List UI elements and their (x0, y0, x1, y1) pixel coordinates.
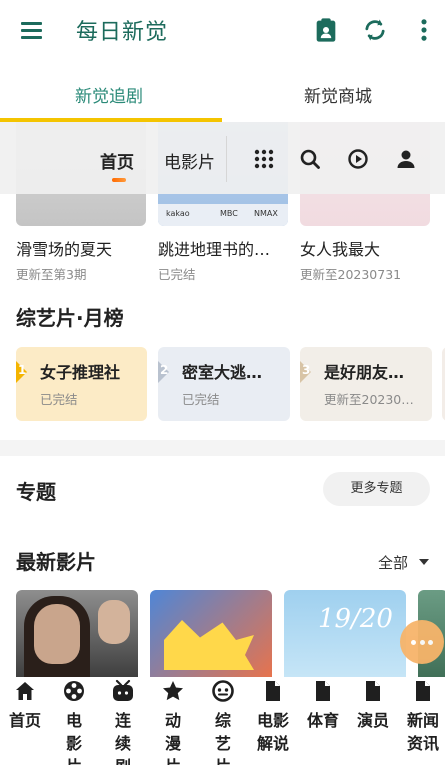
more-vert-icon[interactable] (410, 16, 438, 44)
item-title-1[interactable]: 滑雪场的夏天 (16, 236, 112, 260)
latest-title: 最新影片 (16, 550, 96, 574)
bottom-nav-news[interactable]: 新闻资讯 (398, 677, 445, 765)
more-fab-button[interactable] (400, 620, 444, 664)
item-title-3[interactable]: 女人我最大 (300, 236, 380, 260)
nav-home[interactable]: 首页 (100, 148, 134, 173)
content-area[interactable]: kakao MBC NMAX 首页 电影片 滑雪场的夏天 更新至第3期 跳进地理… (0, 122, 445, 677)
bottom-nav-actors[interactable]: 演员 (348, 677, 398, 765)
top-tabs: 新觉追剧 新觉商城 (0, 60, 445, 122)
app-bar: 每日新觉 (0, 0, 445, 60)
item-title-2[interactable]: 跳进地理书的… (158, 236, 270, 260)
bottom-nav-series[interactable]: 连续剧 (98, 677, 148, 765)
poster-1[interactable] (16, 590, 138, 677)
tab-xinjue-mall[interactable]: 新觉商城 (304, 82, 372, 107)
nav-movie[interactable]: 电影片 (164, 148, 215, 173)
rank-item-status: 更新至20230… (324, 392, 414, 407)
nav-separator (226, 136, 227, 182)
bottom-nav-variety[interactable]: 综艺片 (198, 677, 248, 765)
filter-dropdown[interactable]: 全部 (378, 552, 408, 573)
bottom-nav-sports[interactable]: 体育 (298, 677, 348, 765)
rank-card-2[interactable]: 2 密室大逃… 已完结 (158, 347, 290, 421)
tv-icon (113, 679, 133, 701)
poster-title-text: 19/20 (318, 604, 393, 634)
bottom-nav-home[interactable]: 首页 (0, 677, 50, 765)
thumbnail-logo-strip: kakao MBC NMAX (158, 204, 288, 226)
caret-down-icon[interactable] (419, 559, 429, 565)
active-indicator (112, 178, 126, 182)
doc-icon (266, 681, 280, 701)
rank-card-1[interactable]: 1 女子推理社 已完结 (16, 347, 147, 421)
bottom-nav-anime[interactable]: 动漫片 (148, 677, 198, 765)
profile-icon[interactable] (394, 147, 418, 171)
clipboard-user-icon[interactable] (312, 16, 340, 44)
rank-item-status: 已完结 (40, 392, 78, 407)
poster-figure (98, 600, 130, 644)
menu-icon[interactable] (18, 18, 46, 42)
doc-icon (366, 681, 380, 701)
rank-item-title: 是好朋友… (324, 363, 405, 382)
ranking-title: 综艺片·月榜 (16, 306, 124, 330)
film-reel-icon (64, 681, 84, 701)
topics-title: 专题 (16, 480, 56, 504)
bottom-nav: 首页 电影片 连续剧 动漫片 综艺片 电影解说 (0, 677, 445, 765)
poster-graphic (164, 620, 254, 670)
doc-icon (416, 681, 430, 701)
star-icon (163, 681, 183, 701)
bottom-nav-commentary[interactable]: 电影解说 (248, 677, 298, 765)
item-status-2: 已完结 (158, 267, 196, 282)
more-topics-button[interactable]: 更多专题 (323, 472, 430, 506)
play-history-icon[interactable] (346, 147, 370, 171)
sync-icon[interactable] (361, 16, 389, 44)
bottom-nav-movie[interactable]: 电影片 (49, 677, 99, 765)
smiley-icon (212, 680, 234, 702)
poster-3[interactable]: 19/20 (284, 590, 406, 677)
floating-category-nav: 首页 电影片 (0, 122, 445, 194)
home-icon (16, 682, 34, 700)
rank-item-status: 已完结 (182, 392, 220, 407)
rank-item-title: 密室大逃… (182, 363, 263, 382)
rank-card-3[interactable]: 3 是好朋友… 更新至20230… (300, 347, 432, 421)
tab-xinjue-zhuiju[interactable]: 新觉追剧 (75, 82, 143, 107)
rank-number: 3 (302, 363, 311, 377)
rank-item-title: 女子推理社 (40, 363, 121, 382)
app-title: 每日新觉 (76, 20, 169, 45)
item-status-1: 更新至第3期 (16, 267, 87, 282)
poster-figure (34, 604, 80, 664)
section-divider (0, 440, 445, 456)
doc-icon (316, 681, 330, 701)
grid-icon[interactable] (252, 147, 276, 171)
item-status-3: 更新至20230731 (300, 267, 402, 282)
poster-2[interactable] (150, 590, 272, 677)
rank-number: 1 (18, 363, 27, 377)
search-icon[interactable] (298, 147, 322, 171)
rank-number: 2 (160, 363, 169, 377)
